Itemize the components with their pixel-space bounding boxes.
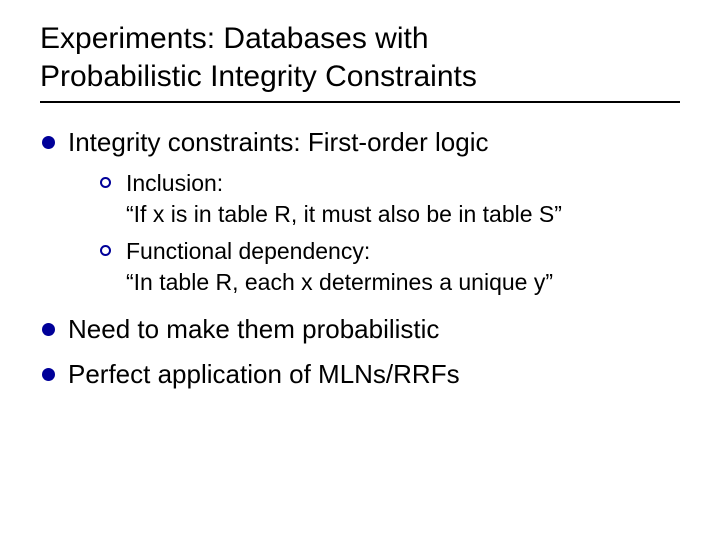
bullet-item-2: Need to make them probabilistic: [42, 312, 680, 347]
slide: Experiments: Databases with Probabilisti…: [0, 0, 720, 540]
sub-bullet-inclusion: Inclusion: “If x is in table R, it must …: [100, 168, 680, 230]
sub-bullet-fd-label: Functional dependency:: [126, 236, 680, 267]
sub-bullet-inclusion-label: Inclusion:: [126, 168, 680, 199]
bullet-item-1: Integrity constraints: First-order logic…: [42, 125, 680, 298]
bullet-item-2-text: Need to make them probabilistic: [68, 314, 439, 344]
title-line-1: Experiments: Databases with: [40, 22, 429, 55]
bullet-list-level-1: Integrity constraints: First-order logic…: [42, 125, 680, 392]
sub-bullet-functional-dependency: Functional dependency: “In table R, each…: [100, 236, 680, 298]
bullet-item-3-text: Perfect application of MLNs/RRFs: [68, 359, 460, 389]
title-line-2: Probabilistic Integrity Constraints: [40, 60, 477, 93]
bullet-list-level-2: Inclusion: “If x is in table R, it must …: [100, 168, 680, 298]
bullet-item-3: Perfect application of MLNs/RRFs: [42, 357, 680, 392]
sub-bullet-fd-quote: “In table R, each x determines a unique …: [126, 267, 680, 298]
sub-bullet-inclusion-quote: “If x is in table R, it must also be in …: [126, 199, 680, 230]
title-underline: [40, 101, 680, 103]
slide-title: Experiments: Databases with Probabilisti…: [40, 20, 680, 95]
bullet-item-1-text: Integrity constraints: First-order logic: [68, 127, 488, 157]
